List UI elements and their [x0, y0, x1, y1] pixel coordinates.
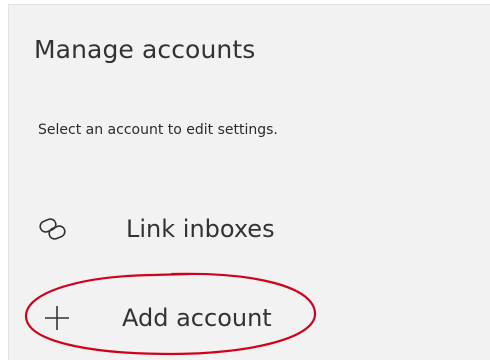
add-account-button[interactable]: Add account — [29, 294, 329, 342]
manage-accounts-panel: Manage accounts Select an account to edi… — [8, 4, 490, 360]
panel-title: Manage accounts — [34, 35, 256, 64]
plus-icon — [37, 298, 77, 338]
link-inboxes-button[interactable]: Link inboxes — [29, 205, 329, 253]
link-icon — [33, 209, 73, 249]
add-account-label: Add account — [122, 304, 272, 332]
panel-subtitle: Select an account to edit settings. — [38, 122, 278, 138]
link-inboxes-label: Link inboxes — [126, 215, 275, 243]
